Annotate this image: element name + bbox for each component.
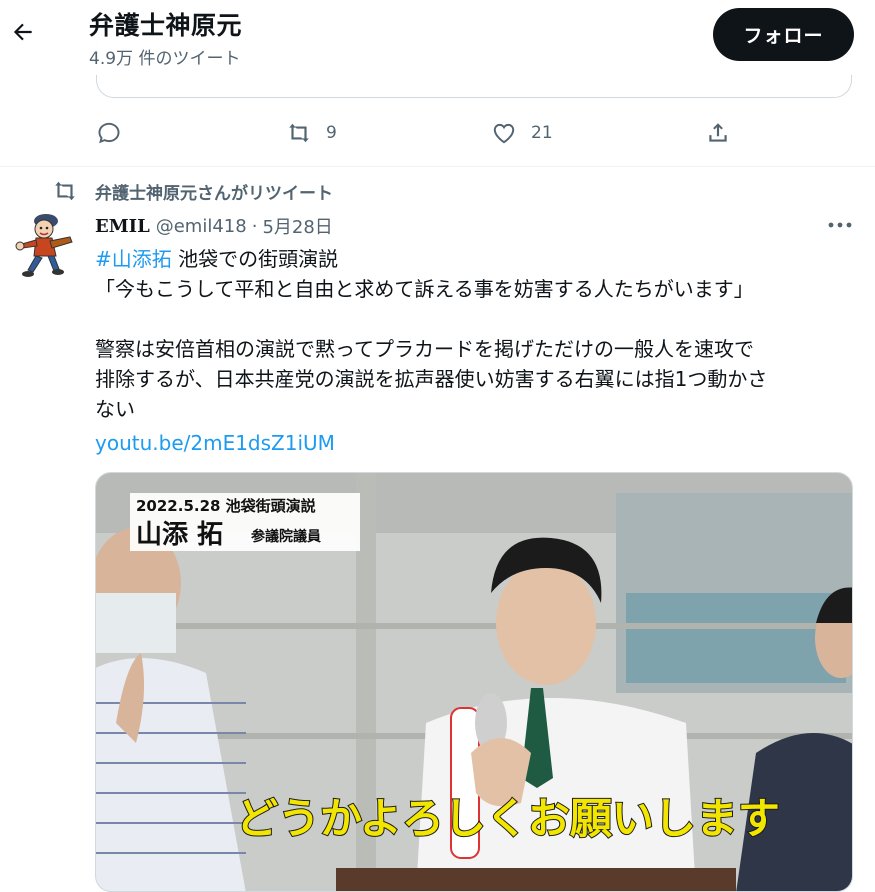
- tweet-count: 4.9万 件のツイート: [89, 49, 241, 69]
- avatar[interactable]: [10, 207, 78, 283]
- tweet-line-2: 「今もこうして平和と自由と求めて訴える事を妨害する人たちがいます」: [95, 277, 754, 301]
- author-name[interactable]: EMIL: [95, 216, 150, 237]
- more-button[interactable]: [823, 212, 857, 238]
- tweet-date[interactable]: 5月28日: [262, 213, 332, 239]
- reply-icon: [98, 122, 120, 144]
- youtube-link[interactable]: youtu.be/2mE1dsZ1iUM: [95, 431, 335, 455]
- video-thumbnail[interactable]: 2022.5.28 池袋街頭演説 山添 拓 参議院議員 どうかよろしくお願いしま…: [95, 472, 853, 892]
- retweet-button[interactable]: 9: [286, 116, 337, 150]
- back-button[interactable]: [5, 14, 41, 50]
- tweet-text: #山添拓 池袋での街頭演説 「今もこうして平和と自由と求めて訴える事を妨害する人…: [95, 244, 855, 458]
- tweet-line-1: 池袋での街頭演説: [171, 247, 339, 271]
- tweet-line-3: 警察は安倍首相の演説で黙ってプラカードを掲げただけの一般人を速攻で: [95, 337, 754, 361]
- tweet-line-4: 排除するが、日本共産党の演説を拡声器使い妨害する右翼には指1つ動かさ: [95, 367, 768, 391]
- author-handle[interactable]: @emil418: [156, 216, 247, 237]
- like-button[interactable]: 21: [491, 116, 553, 150]
- retweet-banner-text: 弁護士神原元さんがリツイート: [95, 183, 333, 204]
- retweet-icon: [289, 123, 309, 143]
- caption-title: 参議院議員: [251, 528, 321, 545]
- profile-name: 弁護士神原元: [89, 11, 243, 40]
- arrow-left-icon: [13, 23, 32, 41]
- heart-icon: [493, 123, 515, 144]
- retweet-icon: [55, 181, 75, 201]
- tweet-line-5: ない: [95, 397, 135, 421]
- tweet-divider: [0, 166, 875, 167]
- video-frame: 2022.5.28 池袋街頭演説 山添 拓 参議院議員 どうかよろしくお願いしま…: [96, 473, 852, 891]
- follow-button[interactable]: フォロー: [713, 8, 854, 61]
- like-count: 21: [531, 123, 553, 143]
- tweet-header: EMIL @emil418 · 5月28日: [95, 212, 333, 240]
- caption-date: 2022.5.28 池袋街頭演説: [136, 497, 316, 515]
- hashtag-link[interactable]: #山添拓: [95, 247, 172, 271]
- separator: ·: [251, 215, 258, 237]
- cartoon-avatar-icon: [15, 214, 73, 277]
- caption-name: 山添 拓: [136, 520, 223, 550]
- share-icon: [709, 123, 727, 142]
- retweet-banner[interactable]: 弁護士神原元さんがリツイート: [52, 178, 333, 204]
- profile-header: 弁護士神原元 4.9万 件のツイート フォロー: [0, 0, 875, 75]
- more-icon: [828, 222, 852, 228]
- retweet-count: 9: [326, 123, 337, 143]
- reply-button[interactable]: [96, 116, 136, 150]
- video-subtitle: どうかよろしくお願いします: [236, 794, 780, 843]
- share-button[interactable]: [705, 116, 731, 150]
